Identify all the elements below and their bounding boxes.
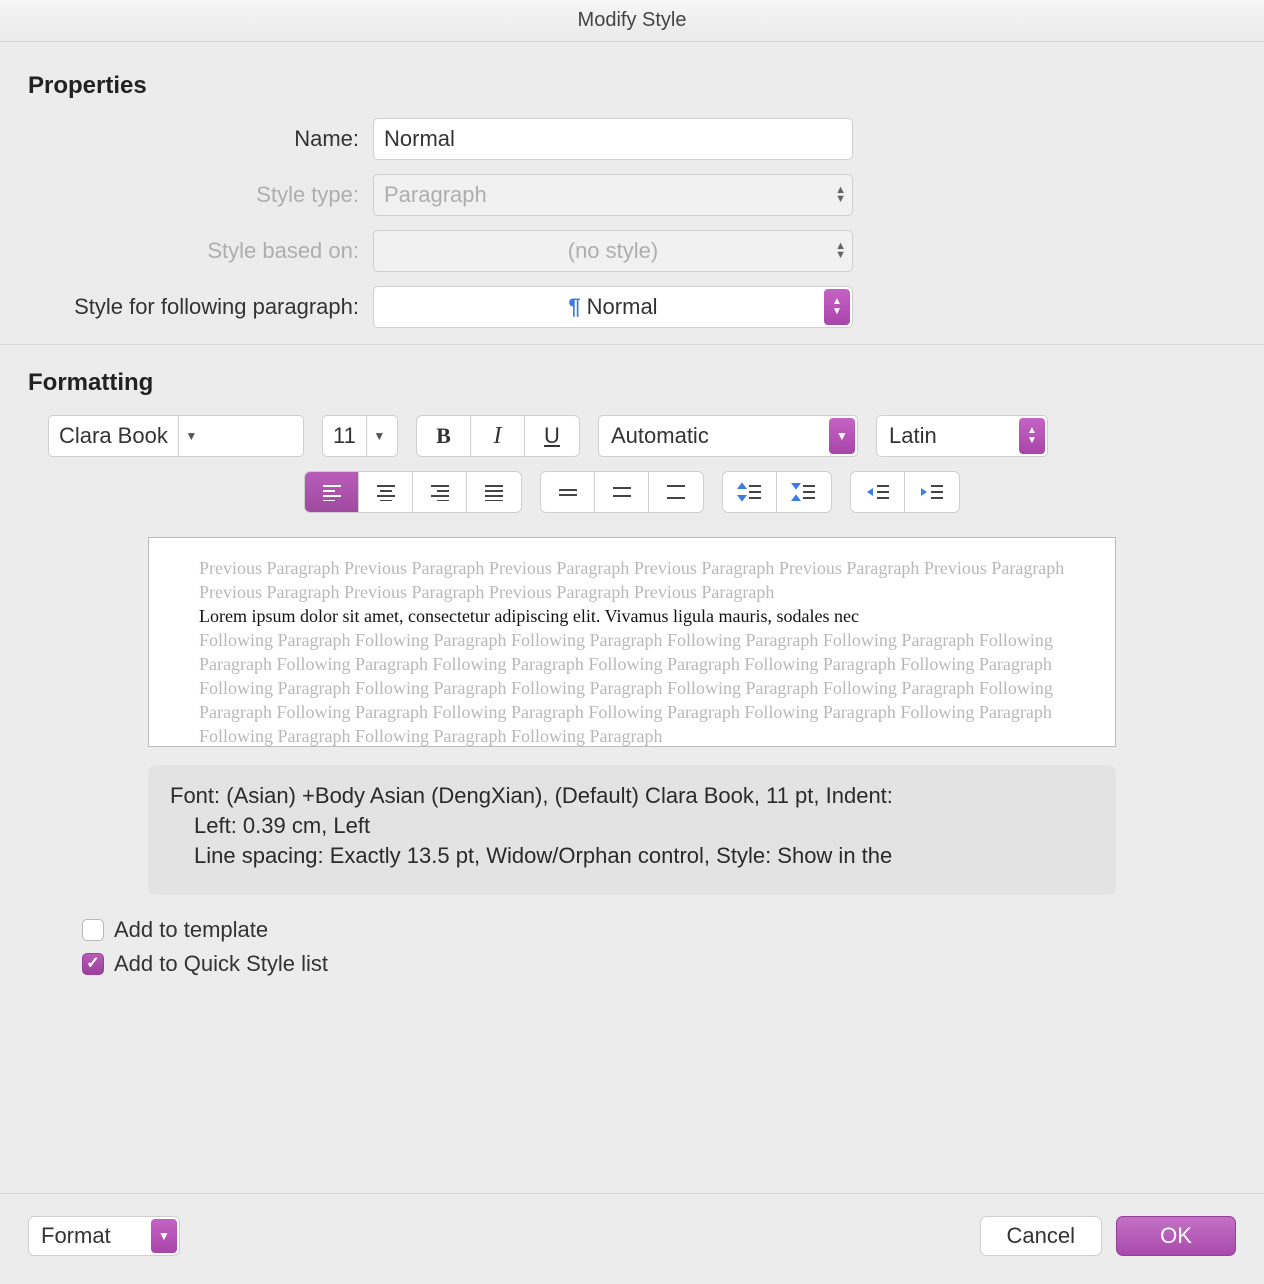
font-color-value: Automatic bbox=[611, 423, 709, 449]
spacing-2-button[interactable] bbox=[649, 472, 703, 512]
align-justify-icon bbox=[483, 483, 505, 501]
indent-group bbox=[850, 471, 960, 513]
align-group bbox=[304, 471, 522, 513]
line-spacing-1-icon bbox=[556, 484, 580, 500]
font-color-select[interactable]: Automatic ▼ bbox=[598, 415, 858, 457]
decrease-para-spacing-button[interactable] bbox=[777, 472, 831, 512]
cancel-button[interactable]: Cancel bbox=[980, 1216, 1102, 1256]
add-to-template-label: Add to template bbox=[114, 917, 268, 943]
increase-para-spacing-button[interactable] bbox=[723, 472, 777, 512]
following-label: Style for following paragraph: bbox=[28, 294, 373, 320]
para-spacing-group bbox=[722, 471, 832, 513]
preview-sample-text: Lorem ipsum dolor sit amet, consectetur … bbox=[199, 604, 1065, 628]
increase-indent-icon bbox=[919, 483, 945, 501]
add-to-template-checkbox[interactable] bbox=[82, 919, 104, 941]
italic-button[interactable]: I bbox=[471, 416, 525, 456]
divider bbox=[0, 344, 1264, 345]
dropdown-icon: ▼ bbox=[151, 1219, 177, 1253]
style-type-select: Paragraph ▲▼ bbox=[373, 174, 853, 216]
text-style-group: B I U bbox=[416, 415, 580, 457]
based-on-value: (no style) bbox=[568, 238, 658, 264]
dialog-footer: Format ▼ Cancel OK bbox=[0, 1193, 1264, 1284]
increase-para-spacing-icon bbox=[737, 482, 763, 502]
font-combo[interactable]: Clara Book ▼ bbox=[48, 415, 304, 457]
dropdown-icon: ▼ bbox=[366, 416, 392, 456]
line-spacing-2-icon bbox=[664, 484, 688, 500]
desc-line-3: Line spacing: Exactly 13.5 pt, Widow/Orp… bbox=[170, 841, 1094, 871]
formatting-heading: Formatting bbox=[28, 369, 1236, 397]
bold-button[interactable]: B bbox=[417, 416, 471, 456]
decrease-indent-button[interactable] bbox=[851, 472, 905, 512]
script-select[interactable]: Latin ▲▼ bbox=[876, 415, 1048, 457]
preview-previous-text: Previous Paragraph Previous Paragraph Pr… bbox=[199, 556, 1065, 604]
align-center-icon bbox=[375, 483, 397, 501]
window-title: Modify Style bbox=[0, 0, 1264, 42]
align-left-icon bbox=[321, 483, 343, 501]
preview-pane: Previous Paragraph Previous Paragraph Pr… bbox=[148, 537, 1116, 747]
style-type-label: Style type: bbox=[28, 182, 373, 208]
desc-line-2: Left: 0.39 cm, Left bbox=[170, 811, 1094, 841]
font-size-value: 11 bbox=[323, 416, 366, 456]
following-select[interactable]: ¶ Normal ▲▼ bbox=[373, 286, 853, 328]
dropdown-icon: ▼ bbox=[829, 418, 855, 454]
add-to-quick-style-label: Add to Quick Style list bbox=[114, 951, 328, 977]
spacing-15-button[interactable] bbox=[595, 472, 649, 512]
align-left-button[interactable] bbox=[305, 472, 359, 512]
pilcrow-icon: ¶ bbox=[568, 294, 580, 319]
add-to-quick-style-checkbox[interactable] bbox=[82, 953, 104, 975]
decrease-para-spacing-icon bbox=[791, 482, 817, 502]
underline-button[interactable]: U bbox=[525, 416, 579, 456]
based-on-select: (no style) ▲▼ bbox=[373, 230, 853, 272]
line-spacing-15-icon bbox=[610, 484, 634, 500]
name-label: Name: bbox=[28, 126, 373, 152]
style-description: Font: (Asian) +Body Asian (DengXian), (D… bbox=[148, 765, 1116, 895]
stepper-icon: ▲▼ bbox=[1019, 418, 1045, 454]
following-value: Normal bbox=[587, 294, 658, 319]
spacing-group bbox=[540, 471, 704, 513]
stepper-icon: ▲▼ bbox=[835, 242, 846, 260]
dropdown-icon: ▼ bbox=[178, 416, 204, 456]
align-right-button[interactable] bbox=[413, 472, 467, 512]
decrease-indent-icon bbox=[865, 483, 891, 501]
increase-indent-button[interactable] bbox=[905, 472, 959, 512]
align-right-icon bbox=[429, 483, 451, 501]
format-menu-button[interactable]: Format ▼ bbox=[28, 1216, 180, 1256]
align-justify-button[interactable] bbox=[467, 472, 521, 512]
stepper-icon: ▲▼ bbox=[835, 186, 846, 204]
script-value: Latin bbox=[889, 423, 937, 449]
font-value: Clara Book bbox=[49, 416, 178, 456]
desc-line-1: Font: (Asian) +Body Asian (DengXian), (D… bbox=[170, 781, 1094, 811]
preview-following-text: Following Paragraph Following Paragraph … bbox=[199, 628, 1065, 747]
ok-button[interactable]: OK bbox=[1116, 1216, 1236, 1256]
stepper-icon: ▲▼ bbox=[824, 289, 850, 325]
style-type-value: Paragraph bbox=[384, 182, 487, 208]
font-size-combo[interactable]: 11 ▼ bbox=[322, 415, 398, 457]
properties-heading: Properties bbox=[28, 72, 1236, 100]
spacing-1-button[interactable] bbox=[541, 472, 595, 512]
format-menu-label: Format bbox=[41, 1223, 111, 1249]
based-on-label: Style based on: bbox=[28, 238, 373, 264]
align-center-button[interactable] bbox=[359, 472, 413, 512]
name-input[interactable] bbox=[373, 118, 853, 160]
